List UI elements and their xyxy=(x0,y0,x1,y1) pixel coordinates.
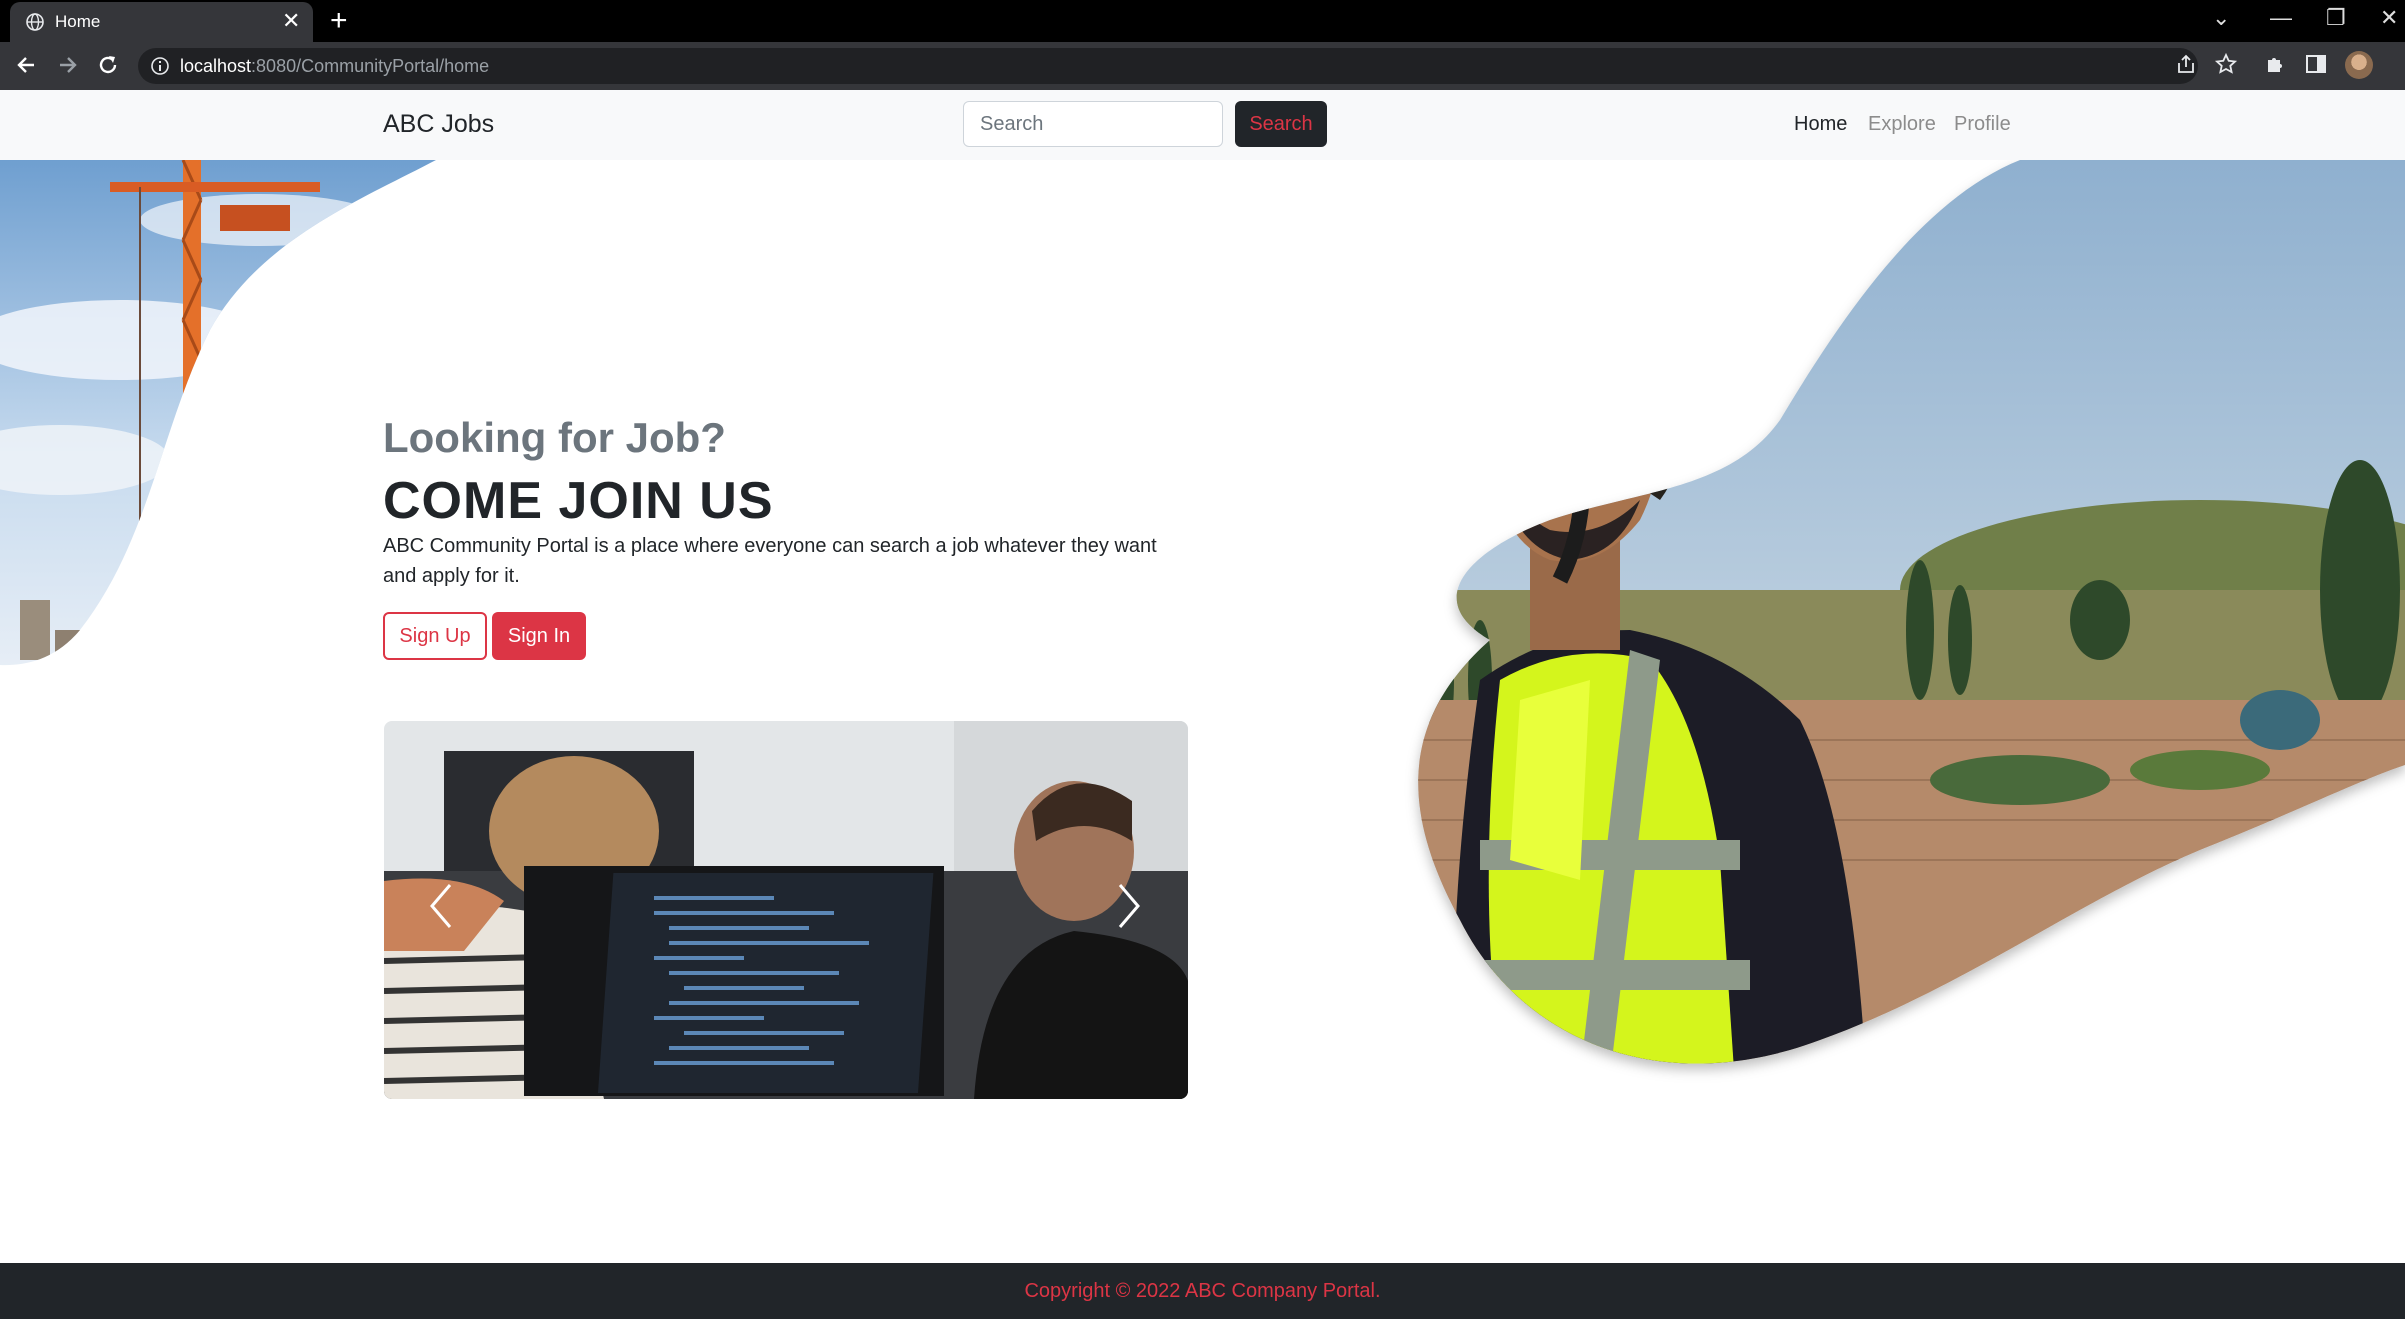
chevron-left-icon[interactable] xyxy=(426,881,456,931)
hero-subtitle: Looking for Job? xyxy=(383,414,726,461)
chevron-right-icon[interactable] xyxy=(1114,881,1144,931)
site-navbar: ABC Jobs Search Home Explore Profile xyxy=(0,90,2405,160)
site-footer: Copyright © 2022 ABC Company Portal. xyxy=(0,1263,2405,1319)
window-close-icon[interactable]: ✕ xyxy=(2380,6,2398,30)
hero-description: ABC Community Portal is a place where ev… xyxy=(383,535,1157,587)
globe-icon xyxy=(26,13,44,31)
crane-image xyxy=(0,160,436,666)
carousel-slide-image xyxy=(384,721,1188,1099)
copyright-text: Copyright © 2022 ABC Company Portal. xyxy=(1024,1280,1381,1302)
sign-in-button[interactable]: Sign In xyxy=(492,612,586,660)
construction-worker-image xyxy=(1418,160,2405,1064)
nav-link-profile[interactable]: Profile xyxy=(1954,113,2011,136)
image-carousel xyxy=(384,721,1188,1099)
page-body: ABC Jobs Search Home Explore Profile Loo… xyxy=(0,90,2405,1319)
puzzle-icon[interactable] xyxy=(2264,52,2288,76)
profile-avatar[interactable] xyxy=(2345,51,2373,79)
brand-logo[interactable]: ABC Jobs xyxy=(383,110,494,139)
url-text: localhost:8080/CommunityPortal/home xyxy=(180,56,489,77)
browser-tabstrip: Home ✕ + ⌄ — ❐ ✕ xyxy=(0,0,2405,42)
address-bar[interactable]: localhost:8080/CommunityPortal/home xyxy=(138,48,2198,84)
star-icon[interactable] xyxy=(2214,52,2238,76)
tab-title: Home xyxy=(55,12,101,31)
url-path: :8080/CommunityPortal/home xyxy=(251,56,490,76)
url-host: localhost xyxy=(180,56,252,76)
browser-tab-home[interactable]: Home ✕ xyxy=(10,2,313,42)
reload-icon[interactable] xyxy=(95,52,121,78)
info-icon[interactable] xyxy=(150,56,170,76)
sidebar-icon[interactable] xyxy=(2304,52,2328,76)
hero-title: COME JOIN US xyxy=(383,472,774,530)
browser-toolbar: localhost:8080/CommunityPortal/home xyxy=(0,42,2405,90)
sign-up-button[interactable]: Sign Up xyxy=(383,612,487,660)
plus-icon[interactable]: + xyxy=(330,6,348,36)
minimize-icon[interactable]: — xyxy=(2270,6,2292,30)
tab-search-icon[interactable]: ⌄ xyxy=(2212,6,2230,30)
forward-arrow-icon[interactable] xyxy=(54,52,80,78)
back-arrow-icon[interactable] xyxy=(14,52,40,78)
nav-link-home[interactable]: Home xyxy=(1794,113,1847,136)
search-input[interactable] xyxy=(963,101,1223,147)
share-icon[interactable] xyxy=(2174,52,2198,76)
close-icon[interactable]: ✕ xyxy=(282,9,300,33)
nav-link-explore[interactable]: Explore xyxy=(1868,113,1936,136)
restore-icon[interactable]: ❐ xyxy=(2326,6,2346,30)
search-button[interactable]: Search xyxy=(1235,101,1327,147)
